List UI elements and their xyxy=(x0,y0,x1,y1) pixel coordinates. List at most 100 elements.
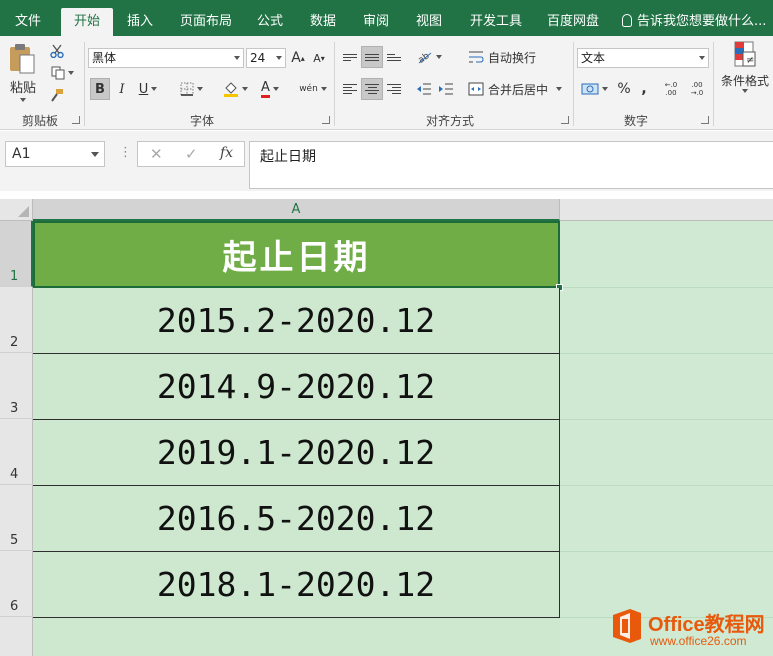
phonetic-guide-button[interactable]: wén xyxy=(296,78,330,100)
row-header-7[interactable]: 7 xyxy=(0,617,33,656)
gridline xyxy=(560,419,773,420)
worksheet-grid[interactable]: A 1 2 3 4 5 6 7 起止日期 2015.2-2020.12 2014… xyxy=(0,199,773,656)
tab-home[interactable]: 开始 xyxy=(61,8,114,36)
font-group-label: 字体 xyxy=(189,114,214,128)
align-left-button[interactable] xyxy=(340,78,360,100)
chevron-down-icon xyxy=(234,56,240,60)
chevron-down-icon xyxy=(556,87,563,91)
increase-decimal-button[interactable]: ←.0 .00 xyxy=(660,78,682,100)
merge-center-label: 合并后居中 xyxy=(488,82,549,97)
align-right-button[interactable] xyxy=(384,78,404,100)
cell-a3[interactable]: 2014.9-2020.12 xyxy=(33,354,560,420)
decrease-decimal-button[interactable]: .00 →.0 xyxy=(686,78,708,100)
shrink-font-button[interactable]: A ▾ xyxy=(311,48,327,68)
font-name-dropdown[interactable]: 黑体 xyxy=(88,48,244,68)
cell-a4[interactable]: 2019.1-2020.12 xyxy=(33,420,560,486)
cell-a7[interactable] xyxy=(33,618,560,656)
align-center-button[interactable] xyxy=(361,78,383,100)
svg-text:ab: ab xyxy=(417,51,432,64)
tab-review[interactable]: 审阅 xyxy=(350,8,402,36)
insert-function-button[interactable]: fx xyxy=(220,145,233,161)
row-header-2[interactable]: 2 xyxy=(0,287,33,353)
format-painter-button[interactable] xyxy=(46,86,68,104)
wrap-text-button[interactable]: 自动换行 xyxy=(468,46,540,68)
wrap-text-label: 自动换行 xyxy=(488,50,537,65)
tab-view[interactable]: 视图 xyxy=(403,8,455,36)
ribbon-home: 粘贴 剪贴板 黑体 24 A ▴ A ▾ B I U A wén 字体 ab 自… xyxy=(0,36,773,130)
tab-baidu-netdisk[interactable]: 百度网盘 xyxy=(534,8,612,36)
cancel-button[interactable]: ✕ xyxy=(150,145,163,163)
clipboard-launcher-icon[interactable] xyxy=(72,116,80,124)
tab-file[interactable]: 文件 xyxy=(2,8,54,36)
group-divider xyxy=(84,42,85,126)
tell-me-search[interactable]: 告诉我您想要做什么... xyxy=(622,8,766,36)
align-middle-button[interactable] xyxy=(361,46,383,68)
formula-input[interactable]: 起止日期 xyxy=(249,141,773,189)
column-header-a[interactable]: A xyxy=(33,199,560,221)
chevron-down-icon xyxy=(601,87,608,91)
paint-bucket-icon xyxy=(223,82,238,97)
chevron-down-icon xyxy=(91,152,99,157)
enter-button[interactable]: ✓ xyxy=(185,145,198,163)
accounting-format-button[interactable] xyxy=(578,78,610,100)
align-bottom-button[interactable] xyxy=(384,46,404,68)
align-left-icon xyxy=(343,84,357,94)
row-number: 5 xyxy=(10,533,19,548)
row-header-4[interactable]: 4 xyxy=(0,419,33,485)
merge-center-button[interactable]: 合并后居中 xyxy=(468,78,568,100)
bold-button[interactable]: B xyxy=(90,78,110,100)
name-box[interactable]: A1 xyxy=(5,141,105,167)
conditional-formatting-button[interactable]: ≠ 条件格式 xyxy=(717,40,773,106)
font-launcher-icon[interactable] xyxy=(322,116,330,124)
alignment-launcher-icon[interactable] xyxy=(561,116,569,124)
italic-button[interactable]: I xyxy=(113,78,131,100)
row-header-5[interactable]: 5 xyxy=(0,485,33,551)
tab-developer[interactable]: 开发工具 xyxy=(457,8,535,36)
align-top-button[interactable] xyxy=(340,46,360,68)
row-header-1[interactable]: 1 xyxy=(0,221,33,287)
alignment-group-label: 对齐方式 xyxy=(425,114,474,128)
copy-button[interactable] xyxy=(46,64,78,82)
row-header-3[interactable]: 3 xyxy=(0,353,33,419)
select-all-button[interactable] xyxy=(0,199,33,221)
comma-style-button[interactable]: , xyxy=(636,78,652,100)
chevron-down-icon xyxy=(276,56,282,60)
number-format-dropdown[interactable]: 文本 xyxy=(577,48,709,68)
border-icon xyxy=(180,82,193,96)
align-bottom-icon xyxy=(387,53,401,61)
percent-style-button[interactable]: % xyxy=(614,78,634,100)
currency-icon xyxy=(581,83,598,95)
column-header-empty xyxy=(560,199,773,221)
tab-formulas[interactable]: 公式 xyxy=(244,8,296,36)
number-launcher-icon[interactable] xyxy=(701,116,709,124)
font-size-dropdown[interactable]: 24 xyxy=(246,48,286,68)
formula-bar-grip[interactable]: ⋮ xyxy=(119,145,132,160)
watermark-url: www.office26.com xyxy=(650,634,747,648)
gridline xyxy=(560,485,773,486)
cell-a2[interactable]: 2015.2-2020.12 xyxy=(33,288,560,354)
fill-color-button[interactable] xyxy=(220,78,250,100)
decrease-indent-button[interactable] xyxy=(414,78,434,100)
group-divider xyxy=(713,42,714,126)
paste-icon xyxy=(10,43,35,73)
font-name-value: 黑体 xyxy=(92,51,117,65)
chevron-down-icon xyxy=(272,87,279,91)
tab-insert[interactable]: 插入 xyxy=(114,8,166,36)
chevron-down-icon xyxy=(742,89,748,93)
tab-data[interactable]: 数据 xyxy=(297,8,349,36)
select-all-triangle-icon xyxy=(18,206,29,217)
orientation-button[interactable]: ab xyxy=(414,46,444,68)
increase-indent-button[interactable] xyxy=(436,78,456,100)
paintbrush-icon xyxy=(51,89,63,102)
grow-font-button[interactable]: A ▴ xyxy=(290,48,306,68)
row-header-6[interactable]: 6 xyxy=(0,551,33,617)
font-color-button[interactable]: A xyxy=(255,78,285,100)
tab-page-layout[interactable]: 页面布局 xyxy=(167,8,245,36)
borders-button[interactable] xyxy=(176,78,206,100)
underline-button[interactable]: U xyxy=(134,78,162,100)
cell-a1-header[interactable]: 起止日期 xyxy=(33,221,560,288)
paste-button[interactable]: 粘贴 xyxy=(6,40,40,104)
cell-a5[interactable]: 2016.5-2020.12 xyxy=(33,486,560,552)
cut-button[interactable] xyxy=(46,42,68,60)
cell-a6[interactable]: 2018.1-2020.12 xyxy=(33,552,560,618)
